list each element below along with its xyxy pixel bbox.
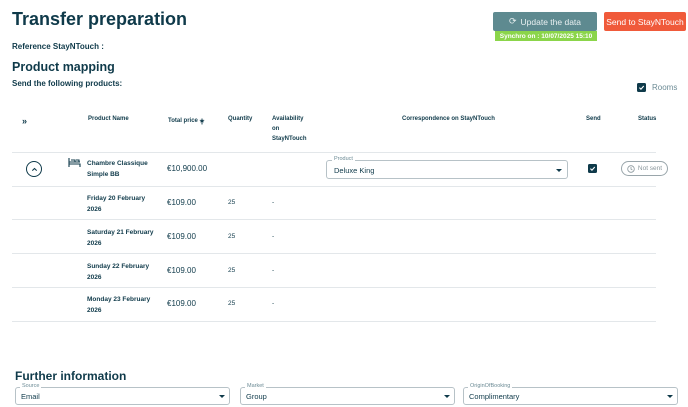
caret-down-icon xyxy=(556,169,562,172)
day-name-line1: Monday 23 February xyxy=(87,296,151,303)
caret-down-icon xyxy=(667,395,673,398)
table-divider xyxy=(12,253,656,254)
further-information-title: Further information xyxy=(15,369,127,383)
day-name-line2: 2026 xyxy=(87,206,102,213)
product-select-label: Product xyxy=(332,156,355,162)
col-availability-line3: StayNTouch xyxy=(272,136,307,142)
day-availability: - xyxy=(272,199,275,206)
send-checkbox[interactable] xyxy=(588,164,597,173)
rooms-checkbox[interactable] xyxy=(637,83,646,92)
origin-label: OriginOfBooking xyxy=(468,383,513,389)
update-data-button[interactable]: ⟳ Update the data xyxy=(493,12,597,31)
day-quantity: 25 xyxy=(228,267,236,274)
chevron-up-icon xyxy=(31,167,37,171)
day-quantity: 25 xyxy=(228,199,236,206)
col-product-name: Product Name xyxy=(88,116,129,122)
product-name: Chambre Classique Simple BB xyxy=(87,158,148,180)
day-availability: - xyxy=(272,267,275,274)
day-name: Saturday 21 February 2026 xyxy=(87,227,153,249)
send-following-label: Send the following products: xyxy=(12,79,123,88)
product-correspondence-select[interactable]: Product Deluxe King xyxy=(326,156,568,179)
col-send: Send xyxy=(586,116,601,122)
check-icon xyxy=(590,166,596,172)
check-icon xyxy=(639,85,645,91)
product-name-line2: Simple BB xyxy=(87,171,120,178)
market-label: Market xyxy=(245,383,266,389)
collapse-row-button[interactable] xyxy=(26,161,42,177)
source-select[interactable]: Source Email xyxy=(15,383,230,405)
col-total-price[interactable]: Total price xyxy=(168,116,205,126)
col-availability-line2: on xyxy=(272,126,280,132)
day-availability: - xyxy=(272,233,275,240)
day-name-line1: Sunday 22 February xyxy=(87,263,150,270)
day-price: €109.00 xyxy=(167,299,196,308)
product-total-price: €10,900.00 xyxy=(167,164,208,173)
col-status: Status xyxy=(638,116,657,122)
table-divider xyxy=(12,219,656,220)
day-name: Sunday 22 February 2026 xyxy=(87,261,149,283)
table-divider xyxy=(12,321,656,322)
table-divider xyxy=(12,186,656,187)
product-mapping-title: Product mapping xyxy=(12,60,115,74)
origin-value: Complimentary xyxy=(469,392,520,401)
col-availability-line1: Availability xyxy=(272,116,304,122)
origin-of-booking-select[interactable]: OriginOfBooking Complimentary xyxy=(463,383,678,405)
market-select[interactable]: Market Group xyxy=(240,383,455,405)
expand-all-button[interactable]: » xyxy=(22,116,27,126)
day-price: €109.00 xyxy=(167,198,196,207)
reference-label: Reference StayNTouch : xyxy=(12,42,104,51)
day-name-line2: 2026 xyxy=(87,240,102,247)
day-name-line2: 2026 xyxy=(87,274,102,281)
day-name-line1: Friday 20 February xyxy=(87,195,146,202)
market-value: Group xyxy=(246,392,267,401)
caret-down-icon xyxy=(444,395,450,398)
col-availability: Availability on StayNTouch xyxy=(272,114,307,144)
day-quantity: 25 xyxy=(228,233,236,240)
send-to-stayntouch-button[interactable]: Send to StayNTouch xyxy=(604,12,686,31)
day-price: €109.00 xyxy=(167,266,196,275)
status-badge: Not sent xyxy=(621,161,668,176)
day-name: Monday 23 February 2026 xyxy=(87,294,150,316)
day-name-line1: Saturday 21 February xyxy=(87,229,154,236)
bed-icon xyxy=(68,158,81,167)
synchro-badge: Synchro on : 10/07/2025 15:10 xyxy=(495,31,597,41)
rooms-label: Rooms xyxy=(652,83,678,92)
day-quantity: 25 xyxy=(228,300,236,307)
product-name-line1: Chambre Classique xyxy=(87,160,148,167)
update-data-label: Update the data xyxy=(520,16,582,27)
col-quantity: Quantity xyxy=(228,116,253,122)
table-divider xyxy=(12,287,656,288)
product-select-value: Deluxe King xyxy=(334,166,375,175)
col-total-price-label: Total price xyxy=(168,118,198,124)
col-correspondence: Correspondence on StayNTouch xyxy=(402,116,495,122)
caret-down-icon xyxy=(219,395,225,398)
source-value: Email xyxy=(21,392,40,401)
table-divider xyxy=(12,152,656,153)
day-availability: - xyxy=(272,300,275,307)
clock-icon xyxy=(627,164,635,173)
cross-icon xyxy=(199,118,205,124)
day-name-line2: 2026 xyxy=(87,307,102,314)
refresh-icon: ⟳ xyxy=(508,16,517,26)
day-price: €109.00 xyxy=(167,232,196,241)
page-title: Transfer preparation xyxy=(12,9,188,29)
status-label: Not sent xyxy=(637,165,663,172)
source-label: Source xyxy=(20,383,42,389)
day-name: Friday 20 February 2026 xyxy=(87,193,145,215)
rooms-toggle[interactable]: Rooms xyxy=(637,83,677,92)
